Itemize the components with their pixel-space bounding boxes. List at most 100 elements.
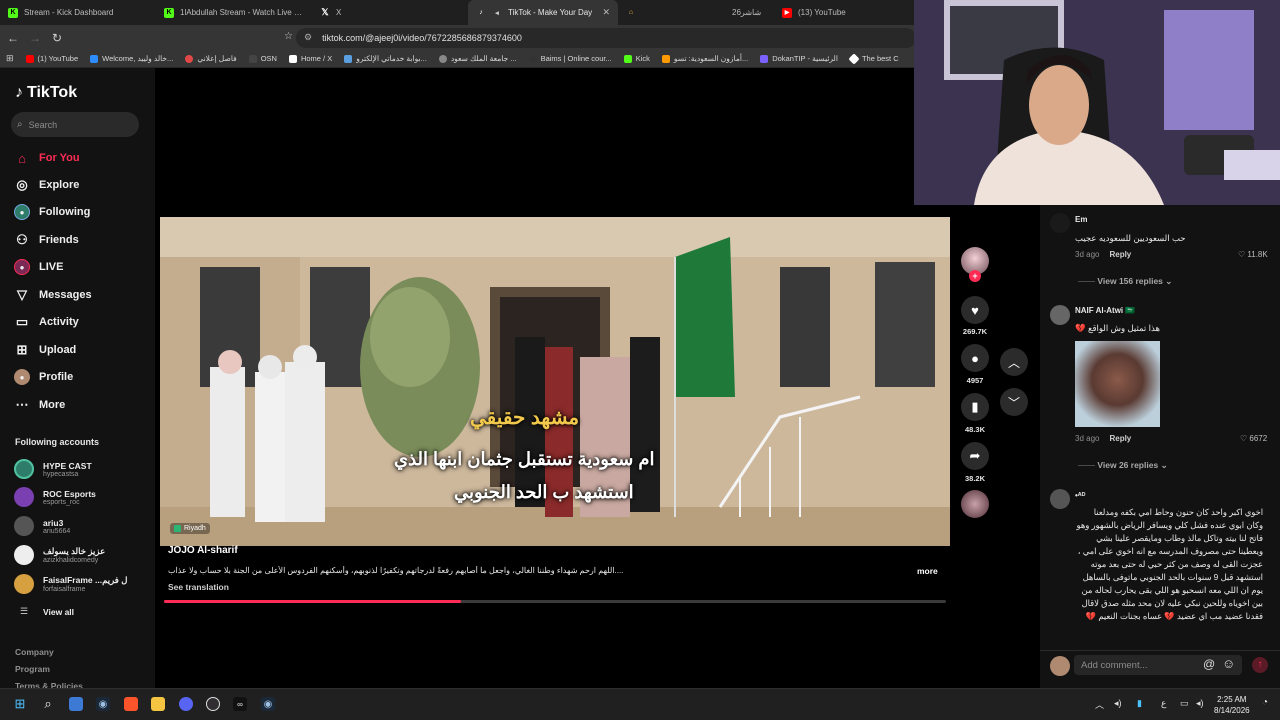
video-author[interactable]: JOJO Al-sharif — [168, 545, 238, 556]
back-icon[interactable]: ← — [4, 29, 22, 47]
following-account-ariu3[interactable]: ariu3 ariu5664 — [14, 516, 144, 536]
follow-plus-icon[interactable]: + — [969, 270, 981, 282]
reply-button[interactable]: Reply — [1109, 250, 1131, 259]
nav-messages[interactable]: ▽ Messages — [14, 287, 92, 303]
send-comment-button[interactable]: ↑ — [1252, 657, 1268, 673]
comment-image[interactable] — [1075, 341, 1160, 427]
discord-icon[interactable] — [179, 697, 193, 711]
bookmark-star-icon[interactable]: ☆ — [284, 31, 293, 42]
bookmark-khadamati[interactable]: بوابة خدماتي الإلكترو... — [344, 54, 427, 63]
brave-browser-icon[interactable] — [124, 697, 138, 711]
file-explorer-icon[interactable] — [151, 697, 165, 711]
video-progress-bar[interactable] — [164, 600, 946, 603]
nav-live[interactable]: ● LIVE — [14, 259, 63, 275]
emoji-icon[interactable]: ☺ — [1222, 656, 1235, 671]
input-language[interactable]: ع — [1161, 698, 1166, 709]
site-info-icon[interactable]: ⚙ — [304, 32, 312, 43]
following-account-hypecast[interactable]: HYPE CAST hypecastsa — [14, 459, 144, 479]
bookmark-kick[interactable]: Kick — [623, 54, 650, 63]
nav-more[interactable]: ⋯ More — [14, 397, 66, 413]
bookmark-amazon[interactable]: أمازون السعودية: تسو... — [661, 54, 748, 63]
tray-chevron-icon[interactable]: ︿ — [1095, 698, 1104, 711]
comment-author[interactable]: NAIF Al-Atwi 🇸🇦 — [1075, 306, 1135, 315]
music-disc-button[interactable] — [961, 490, 989, 518]
close-tab-icon[interactable]: ✕ — [602, 7, 610, 18]
nav-activity[interactable]: ▭ Activity — [14, 314, 79, 330]
widgets-icon[interactable] — [69, 697, 83, 711]
more-link[interactable]: more — [917, 566, 938, 576]
apps-grid-icon[interactable]: ⊞ — [6, 53, 14, 64]
mention-icon[interactable]: @ — [1203, 657, 1215, 671]
following-account-faisalframe[interactable]: FaisalFrame ...ل فريم forfaisalframe — [14, 574, 144, 594]
bookmark-ksu[interactable]: جامعة الملك سعود ... — [438, 54, 517, 63]
add-comment-input[interactable]: Add comment... — [1074, 655, 1242, 675]
browser-tab-arabic[interactable]: شاشر26 — [728, 0, 774, 25]
browser-tab-home[interactable]: ⌂ — [618, 0, 728, 25]
bookmark-label: Welcome, خالد ولييد... — [102, 54, 174, 63]
save-button[interactable]: ▮ — [961, 393, 989, 421]
next-video-button[interactable]: ﹀ — [1000, 388, 1028, 416]
speaker-icon[interactable]: ◂) — [1114, 698, 1122, 709]
browser-tab-kick-dashboard[interactable]: K Stream - Kick Dashboard — [0, 0, 156, 25]
browser-tab-youtube[interactable]: ▶ (13) YouTube — [774, 0, 930, 25]
bookmark-osn[interactable]: OSN — [248, 54, 277, 63]
footer-company[interactable]: Company — [15, 647, 54, 657]
nav-for-you[interactable]: ⌂ For You — [14, 150, 79, 166]
search-input[interactable]: ⌕ Search — [11, 112, 139, 137]
view-replies-button[interactable]: —— View 26 replies ⌄ — [1078, 460, 1168, 471]
like-button[interactable]: ♥ — [961, 296, 989, 324]
comment-author[interactable]: •ᴬᴰ — [1075, 491, 1085, 500]
bookmark-thebest[interactable]: The best C — [848, 52, 899, 65]
bookmark-fasel[interactable]: فاصل إعلاني — [185, 54, 237, 63]
following-account-aziz[interactable]: عزيز خالد يسولف azizkhalidcomedy — [14, 545, 144, 565]
forward-icon[interactable]: → — [26, 29, 44, 47]
nav-profile[interactable]: ● Profile — [14, 369, 73, 385]
view-replies-button[interactable]: —— View 156 replies ⌄ — [1078, 276, 1172, 287]
url-field[interactable]: ⚙ tiktok.com/@ajeej0i/video/767228568687… — [296, 27, 916, 48]
comment-like[interactable]: ♡ 11.8K — [1238, 250, 1268, 259]
app-icon[interactable]: ∞ — [233, 697, 247, 711]
video-description: ....اللهم ارحم شهداء وطننا الغالي، واجعل… — [168, 566, 624, 575]
browser-tab-tiktok[interactable]: ♪ ◂ TikTok - Make Your Day ✕ — [468, 0, 618, 25]
browser-tab-kick-watch[interactable]: K 1lAbdullah Stream - Watch Live on K — [156, 0, 312, 25]
search-icon[interactable]: ⌕ — [41, 696, 55, 711]
bookmark-favicon — [848, 52, 860, 65]
nav-upload[interactable]: ⊞ Upload — [14, 342, 77, 358]
browser-tab-x[interactable]: 𝕏 X — [312, 0, 468, 25]
view-all-label: View all — [43, 606, 75, 617]
bookmark-dokantip[interactable]: DokanTIP - الرئيسية — [760, 54, 838, 63]
taskbar-clock[interactable]: 2:25 AM 8/14/2026 — [1214, 694, 1250, 716]
previous-video-button[interactable]: ︿ — [1000, 348, 1028, 376]
footer-program[interactable]: Program — [15, 664, 50, 674]
obs-icon[interactable] — [206, 697, 220, 711]
steam-icon[interactable]: ◉ — [96, 697, 110, 711]
bookmark-welcome[interactable]: Welcome, خالد ولييد... — [90, 54, 173, 63]
avatar[interactable] — [1050, 489, 1070, 509]
windows-start-icon[interactable]: ⊞ — [13, 696, 27, 711]
bookmark-youtube[interactable]: (1) YouTube — [25, 54, 78, 63]
comment-like[interactable]: ♡ 6672 — [1240, 434, 1267, 443]
tiktok-logo[interactable]: ♪ TikTok — [15, 84, 77, 102]
comment-button[interactable]: ● — [961, 344, 989, 372]
reply-button[interactable]: Reply — [1109, 434, 1131, 443]
see-translation-link[interactable]: See translation — [168, 582, 229, 592]
notification-bell-icon[interactable]: ◔ — [1262, 697, 1268, 708]
view-all-following[interactable]: ☰ View all — [14, 606, 144, 617]
microphone-icon[interactable]: ▮ — [1137, 698, 1142, 709]
reload-icon[interactable]: ↻ — [48, 29, 66, 47]
bookmark-baims[interactable]: Baims | Online cour... — [528, 54, 612, 63]
avatar[interactable] — [1050, 305, 1070, 325]
bookmark-home-x[interactable]: Home / X — [288, 54, 332, 63]
steam-icon[interactable]: ◉ — [261, 697, 275, 711]
nav-friends[interactable]: ⚇ Friends — [14, 232, 79, 248]
avatar[interactable] — [1050, 213, 1070, 233]
nav-explore[interactable]: ◎ Explore — [14, 177, 79, 193]
network-icon[interactable]: ▭ — [1180, 698, 1189, 709]
location-badge[interactable]: Riyadh — [170, 523, 210, 534]
comment-author[interactable]: Em — [1075, 215, 1087, 224]
share-button[interactable]: ➦ — [961, 442, 989, 470]
volume-icon[interactable]: ◂) — [1196, 698, 1204, 709]
following-account-roc[interactable]: ROC Esports esports_roc — [14, 487, 144, 507]
video-player[interactable]: مشهد حقيقي ام سعودية تستقبل جثمان ابنها … — [160, 217, 950, 546]
nav-following[interactable]: ● Following — [14, 204, 90, 220]
